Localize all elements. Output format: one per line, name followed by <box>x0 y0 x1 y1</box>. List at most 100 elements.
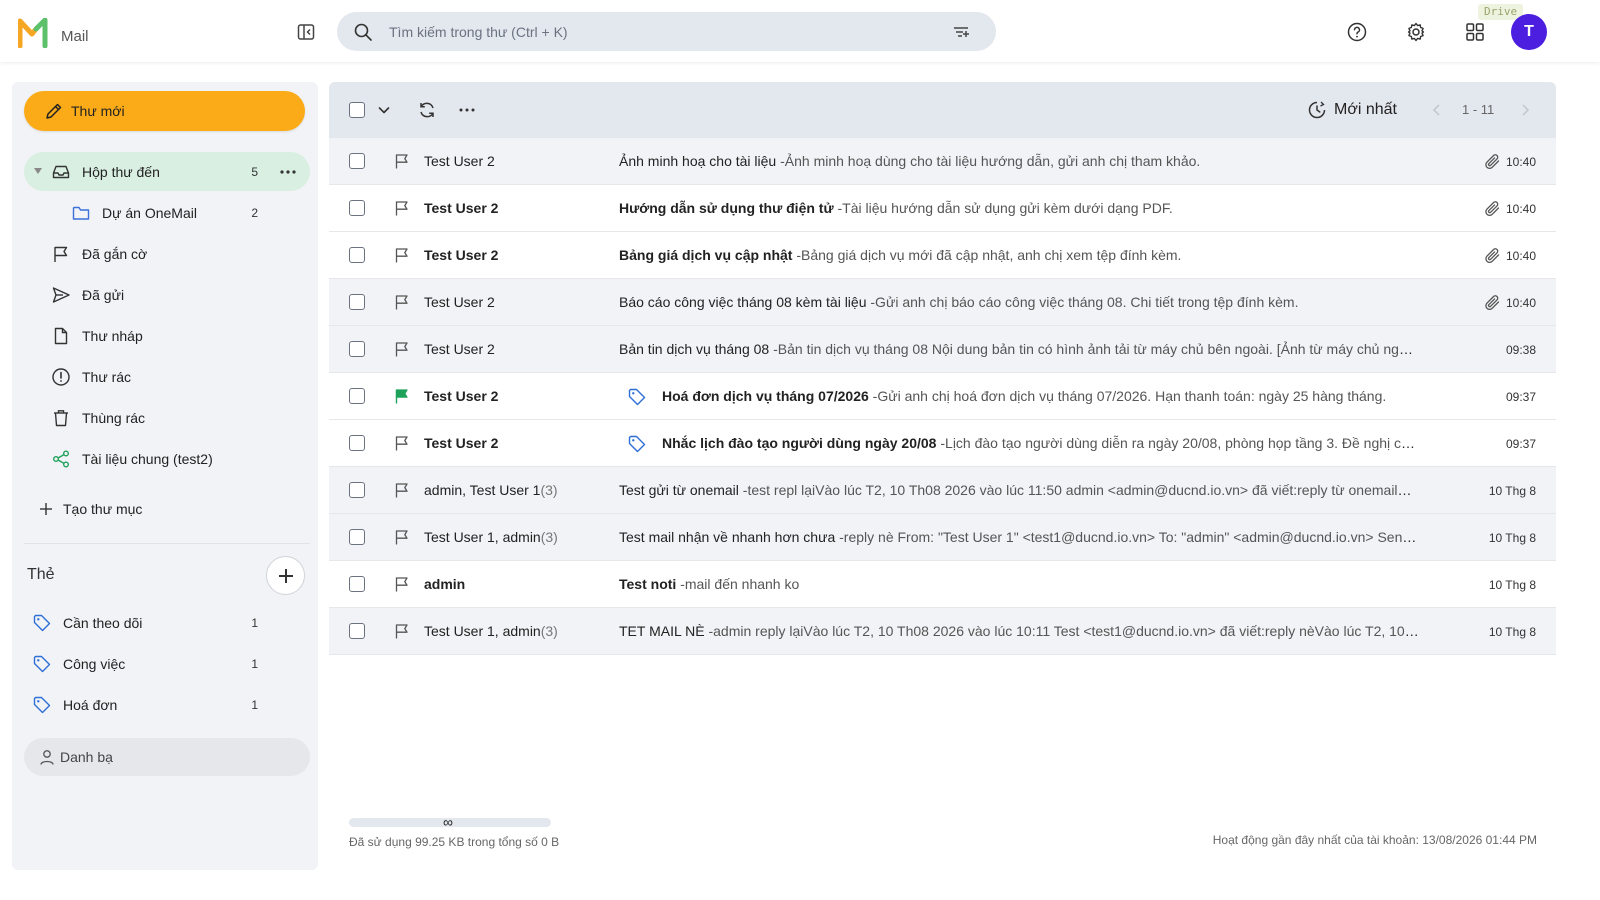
flag-icon[interactable] <box>393 152 411 170</box>
app-logo[interactable] <box>18 18 52 48</box>
email-subject-line: Hoá đơn dịch vụ tháng 07/2026 -Gửi anh c… <box>662 388 1419 404</box>
tag-item-work[interactable]: Công việc 1 <box>24 644 310 683</box>
more-horizontal-icon[interactable] <box>457 100 477 120</box>
more-horizontal-icon[interactable] <box>278 162 298 182</box>
thread-count: (3) <box>540 529 558 545</box>
email-subject-line: Test mail nhận về nhanh hơn chưa -reply … <box>619 529 1419 545</box>
sidebar-toggle-icon[interactable] <box>296 22 316 42</box>
sidebar-item-inbox[interactable]: Hộp thư đến 5 <box>24 152 310 191</box>
email-row[interactable]: Test User 1, admin(3) TET MAIL NÈ -admin … <box>329 608 1556 655</box>
search-icon[interactable] <box>353 22 373 42</box>
flag-icon[interactable] <box>393 622 411 640</box>
chevron-left-icon[interactable] <box>1427 100 1447 120</box>
sort-clock-icon[interactable] <box>1307 100 1327 120</box>
email-checkbox[interactable] <box>349 576 365 592</box>
chevron-down-icon[interactable] <box>374 100 394 120</box>
email-checkbox[interactable] <box>349 529 365 545</box>
last-activity-text: Hoạt động gần đây nhất của tài khoản: 13… <box>1212 833 1537 847</box>
sidebar-item-folder-onemail[interactable]: Dự án OneMail 2 <box>24 193 310 232</box>
help-icon[interactable] <box>1346 21 1368 43</box>
folder-count: 2 <box>251 206 258 220</box>
email-subject-line: Nhắc lịch đào tạo người dùng ngày 20/08 … <box>662 435 1419 451</box>
email-row[interactable]: Test User 2 Bảng giá dịch vụ cập nhật -Bả… <box>329 232 1556 279</box>
flag-icon[interactable] <box>393 246 411 264</box>
email-preview: -Gửi anh chị hoá đơn dịch vụ tháng 07/20… <box>868 388 1387 404</box>
flag-icon[interactable] <box>393 293 411 311</box>
sort-label[interactable]: Mới nhất <box>1334 101 1397 119</box>
compose-button[interactable]: Thư mới <box>24 91 305 131</box>
email-checkbox[interactable] <box>349 153 365 169</box>
search-input[interactable] <box>389 12 929 51</box>
flag-icon[interactable] <box>393 434 411 452</box>
email-subject-line: Bảng giá dịch vụ cập nhật -Bảng giá dịch… <box>619 247 1419 263</box>
sidebar-item-spam[interactable]: Thư rác <box>24 357 310 396</box>
refresh-icon[interactable] <box>417 100 437 120</box>
email-preview: -Tài liệu hướng dẫn sử dụng gửi kèm dưới… <box>833 200 1173 216</box>
tag-item-invoice[interactable]: Hoá đơn 1 <box>24 685 310 724</box>
sidebar-item-trash[interactable]: Thùng rác <box>24 398 310 437</box>
email-row[interactable]: Test User 2 Báo cáo công việc tháng 08 kè… <box>329 279 1556 326</box>
sidebar-item-shared-docs[interactable]: Tài liệu chung (test2) <box>24 439 310 478</box>
email-subject: Hướng dẫn sử dụng thư điện tử <box>619 200 834 216</box>
inbox-icon <box>51 162 71 182</box>
flag-filled-icon[interactable] <box>393 387 411 405</box>
flag-icon[interactable] <box>393 575 411 593</box>
select-all-checkbox[interactable] <box>349 102 365 118</box>
create-folder-button[interactable]: Tạo thư mục <box>24 489 310 528</box>
app-name: Mail <box>61 28 89 45</box>
caret-down-icon[interactable] <box>34 168 42 174</box>
flag-icon[interactable] <box>393 481 411 499</box>
email-time: 10:40 <box>1505 296 1536 310</box>
email-preview: -Gửi anh chị báo cáo công việc tháng 08.… <box>866 294 1299 310</box>
email-row[interactable]: Test User 2 Hoá đơn dịch vụ tháng 07/2026… <box>329 373 1556 420</box>
email-subject-line: Ảnh minh hoạ cho tài liệu -Ảnh minh hoạ … <box>619 153 1419 169</box>
email-row[interactable]: Test User 2 Bản tin dịch vụ tháng 08 -Bản… <box>329 326 1556 373</box>
email-checkbox[interactable] <box>349 623 365 639</box>
paperclip-icon <box>1484 153 1501 170</box>
flag-icon[interactable] <box>393 340 411 358</box>
email-subject: Test noti <box>619 576 677 592</box>
create-folder-label: Tạo thư mục <box>63 501 143 517</box>
email-row[interactable]: Test User 2 Ảnh minh hoạ cho tài liệu -Ản… <box>329 138 1556 185</box>
email-row[interactable]: Test User 2 Nhắc lịch đào tạo người dùng … <box>329 420 1556 467</box>
email-checkbox[interactable] <box>349 482 365 498</box>
flag-icon <box>51 244 71 264</box>
inbox-label: Hộp thư đến <box>82 164 160 180</box>
email-checkbox[interactable] <box>349 388 365 404</box>
contacts-button[interactable]: Danh bạ <box>24 738 310 776</box>
email-preview: -reply nè From: "Test User 1" <test1@duc… <box>839 529 1419 545</box>
flag-icon[interactable] <box>393 528 411 546</box>
sidebar-item-flagged[interactable]: Đã gắn cờ <box>24 234 310 273</box>
email-row[interactable]: Test User 2 Hướng dẫn sử dụng thư điện tử… <box>329 185 1556 232</box>
email-checkbox[interactable] <box>349 435 365 451</box>
gear-icon[interactable] <box>1405 21 1427 43</box>
tags-title: Thẻ <box>27 566 55 583</box>
draft-icon <box>51 326 71 346</box>
email-sender: Test User 2 <box>424 435 499 451</box>
email-row[interactable]: admin Test noti -mail đến nhanh ko 10 Thg … <box>329 561 1556 608</box>
tag-count: 1 <box>251 616 258 630</box>
folder-icon <box>71 203 91 223</box>
email-preview: -Bảng giá dịch vụ mới đã cập nhật, anh c… <box>792 247 1182 263</box>
email-row[interactable]: Test User 1, admin(3) Test mail nhận về n… <box>329 514 1556 561</box>
email-checkbox[interactable] <box>349 247 365 263</box>
email-time: 10 Thg 8 <box>1488 625 1536 639</box>
sidebar-item-drafts[interactable]: Thư nháp <box>24 316 310 355</box>
email-checkbox[interactable] <box>349 200 365 216</box>
tag-item-follow-up[interactable]: Cần theo dõi 1 <box>24 603 310 642</box>
sidebar-item-sent[interactable]: Đã gửi <box>24 275 310 314</box>
compose-label: Thư mới <box>71 103 125 119</box>
add-tag-button[interactable] <box>266 556 305 595</box>
email-subject-line: Test gửi từ onemail -test repl lạiVào lú… <box>619 482 1419 498</box>
email-checkbox[interactable] <box>349 294 365 310</box>
email-subject-line: TET MAIL NÈ -admin reply lạiVào lúc T2, … <box>619 623 1419 639</box>
apps-grid-icon[interactable] <box>1464 21 1486 43</box>
share-icon <box>51 449 71 469</box>
filter-icon[interactable] <box>951 22 971 42</box>
chevron-right-icon[interactable] <box>1515 100 1535 120</box>
email-checkbox[interactable] <box>349 341 365 357</box>
trash-icon <box>51 408 71 428</box>
user-avatar[interactable]: T <box>1511 14 1547 50</box>
flag-icon[interactable] <box>393 199 411 217</box>
email-row[interactable]: admin, Test User 1(3) Test gửi từ onemail… <box>329 467 1556 514</box>
